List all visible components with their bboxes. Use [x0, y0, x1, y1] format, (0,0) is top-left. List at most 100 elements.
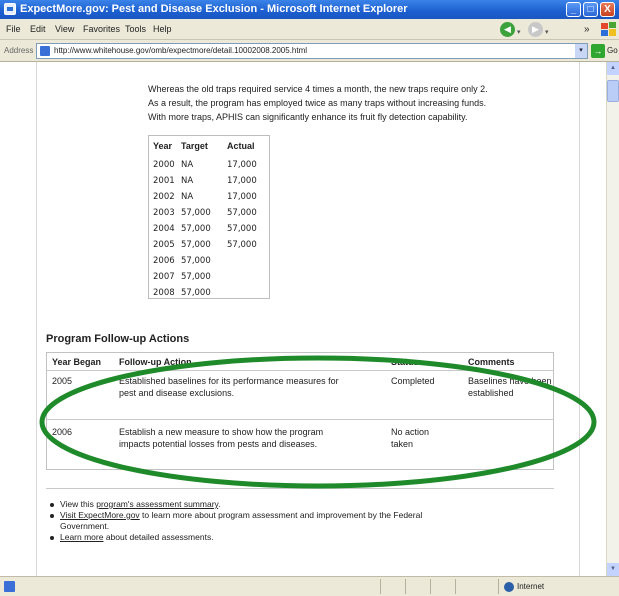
followup-action: impacts potential losses from pests and …: [119, 439, 318, 449]
vertical-scrollbar[interactable]: ▲ ▼: [606, 62, 619, 576]
ie-app-icon: [4, 3, 16, 15]
menu-view[interactable]: View: [55, 19, 74, 40]
menu-favorites[interactable]: Favorites: [83, 19, 120, 40]
scroll-up-arrow-icon[interactable]: ▲: [607, 62, 619, 75]
table-header-year: Year: [153, 141, 173, 151]
status-divider: [498, 579, 499, 594]
status-divider: [380, 579, 381, 594]
section-divider: [46, 488, 554, 489]
expectmore-link[interactable]: Visit ExpectMore.gov: [60, 510, 140, 520]
table-cell: 2005: [153, 240, 175, 250]
forward-button[interactable]: ▶: [528, 22, 543, 37]
followup-header-comments: Comments: [468, 357, 515, 367]
table-cell: 2001: [153, 176, 175, 186]
back-button[interactable]: ◀: [500, 22, 515, 37]
list-item: View this program's assessment summary.: [50, 499, 221, 510]
followup-comment: Baselines have been: [468, 376, 552, 386]
address-label: Address: [4, 46, 34, 55]
address-dropdown-icon[interactable]: ▾: [575, 44, 587, 58]
go-button[interactable]: Go: [607, 46, 618, 55]
status-divider: [455, 579, 456, 594]
table-cell: 57,000: [227, 224, 257, 234]
followup-table: Year Began Follow-up Action Status Comme…: [46, 352, 554, 470]
followup-action: pest and disease exclusions.: [119, 388, 235, 398]
window-title: ExpectMore.gov: Pest and Disease Exclusi…: [20, 3, 408, 15]
page-icon: [40, 46, 50, 56]
address-url: http://www.whitehouse.gov/omb/expectmore…: [54, 46, 308, 55]
followup-header-year: Year Began: [52, 357, 102, 367]
measure-table: Year Target Actual 2000 NA 17,000 2001 N…: [148, 135, 270, 299]
table-header-actual: Actual: [227, 141, 255, 151]
paragraph-line: With more traps, APHIS can significantly…: [148, 112, 468, 122]
table-cell: 2002: [153, 192, 175, 202]
followup-year: 2005: [52, 376, 73, 386]
table-cell: 57,000: [181, 272, 211, 282]
table-cell: 57,000: [181, 240, 211, 250]
list-item-continued: Government.: [60, 521, 110, 531]
followup-title: Program Follow-up Actions: [46, 333, 190, 345]
learn-more-link[interactable]: Learn more: [60, 532, 103, 542]
followup-header-status: Status: [391, 357, 419, 367]
scroll-down-arrow-icon[interactable]: ▼: [607, 563, 619, 576]
table-cell: NA: [181, 176, 194, 186]
table-cell: 57,000: [181, 256, 211, 266]
table-cell: NA: [181, 160, 194, 170]
menu-bar: File Edit View Favorites Tools Help ◀ ▾ …: [0, 19, 619, 40]
table-cell: 57,000: [181, 224, 211, 234]
table-cell: 2003: [153, 208, 175, 218]
table-cell: 17,000: [227, 160, 257, 170]
link-prefix: View this: [60, 499, 97, 509]
assessment-summary-link[interactable]: program's assessment summary: [96, 499, 218, 509]
menu-tools[interactable]: Tools: [125, 19, 146, 40]
followup-comment: established: [468, 388, 514, 398]
status-divider: [430, 579, 431, 594]
list-item: Visit ExpectMore.gov to learn more about…: [50, 510, 422, 521]
menu-file[interactable]: File: [6, 19, 21, 40]
windows-logo-icon: [601, 22, 616, 36]
table-cell: 2000: [153, 160, 175, 170]
address-bar: Address http://www.whitehouse.gov/omb/ex…: [0, 40, 619, 62]
table-cell: 2004: [153, 224, 175, 234]
menu-help[interactable]: Help: [153, 19, 172, 40]
status-page-icon: [4, 581, 15, 592]
link-suffix: to learn more about program assessment a…: [139, 510, 423, 520]
table-cell: 57,000: [227, 240, 257, 250]
table-cell: 17,000: [227, 176, 257, 186]
maximize-button[interactable]: □: [583, 2, 598, 17]
bullet-icon: [50, 502, 54, 507]
followup-action: Established baselines for its performanc…: [119, 376, 339, 386]
table-divider: [47, 419, 553, 420]
table-header-target: Target: [181, 141, 208, 151]
scroll-thumb[interactable]: [607, 80, 619, 102]
followup-status: No action: [391, 427, 430, 437]
table-cell: 17,000: [227, 192, 257, 202]
bullet-icon: [50, 535, 54, 540]
close-button[interactable]: X: [600, 2, 615, 17]
internet-zone-icon: [504, 582, 514, 592]
table-divider: [47, 370, 553, 371]
page-viewport: Whereas the old traps required service 4…: [0, 62, 606, 576]
followup-status: taken: [391, 439, 414, 449]
minimize-button[interactable]: _: [566, 2, 581, 17]
toolbar-overflow-icon[interactable]: »: [584, 19, 590, 40]
paragraph-line: As a result, the program has employed tw…: [148, 98, 487, 108]
table-cell: 57,000: [181, 288, 211, 298]
link-suffix: about detailed assessments.: [103, 532, 214, 542]
table-cell: 2006: [153, 256, 175, 266]
status-divider: [405, 579, 406, 594]
window-title-bar: ExpectMore.gov: Pest and Disease Exclusi…: [0, 0, 619, 19]
menu-edit[interactable]: Edit: [30, 19, 46, 40]
paragraph-line: Whereas the old traps required service 4…: [148, 84, 488, 94]
followup-year: 2006: [52, 427, 73, 437]
table-cell: 2008: [153, 288, 175, 298]
address-input[interactable]: http://www.whitehouse.gov/omb/expectmore…: [36, 43, 588, 59]
followup-header-action: Follow-up Action: [119, 357, 192, 367]
table-cell: 57,000: [227, 208, 257, 218]
link-suffix: .: [218, 499, 221, 509]
table-cell: 57,000: [181, 208, 211, 218]
security-zone-label: Internet: [517, 582, 545, 591]
status-bar: Internet: [0, 576, 619, 596]
table-cell: 2007: [153, 272, 175, 282]
list-item: Learn more about detailed assessments.: [50, 532, 214, 543]
go-arrow-icon[interactable]: →: [591, 44, 605, 58]
